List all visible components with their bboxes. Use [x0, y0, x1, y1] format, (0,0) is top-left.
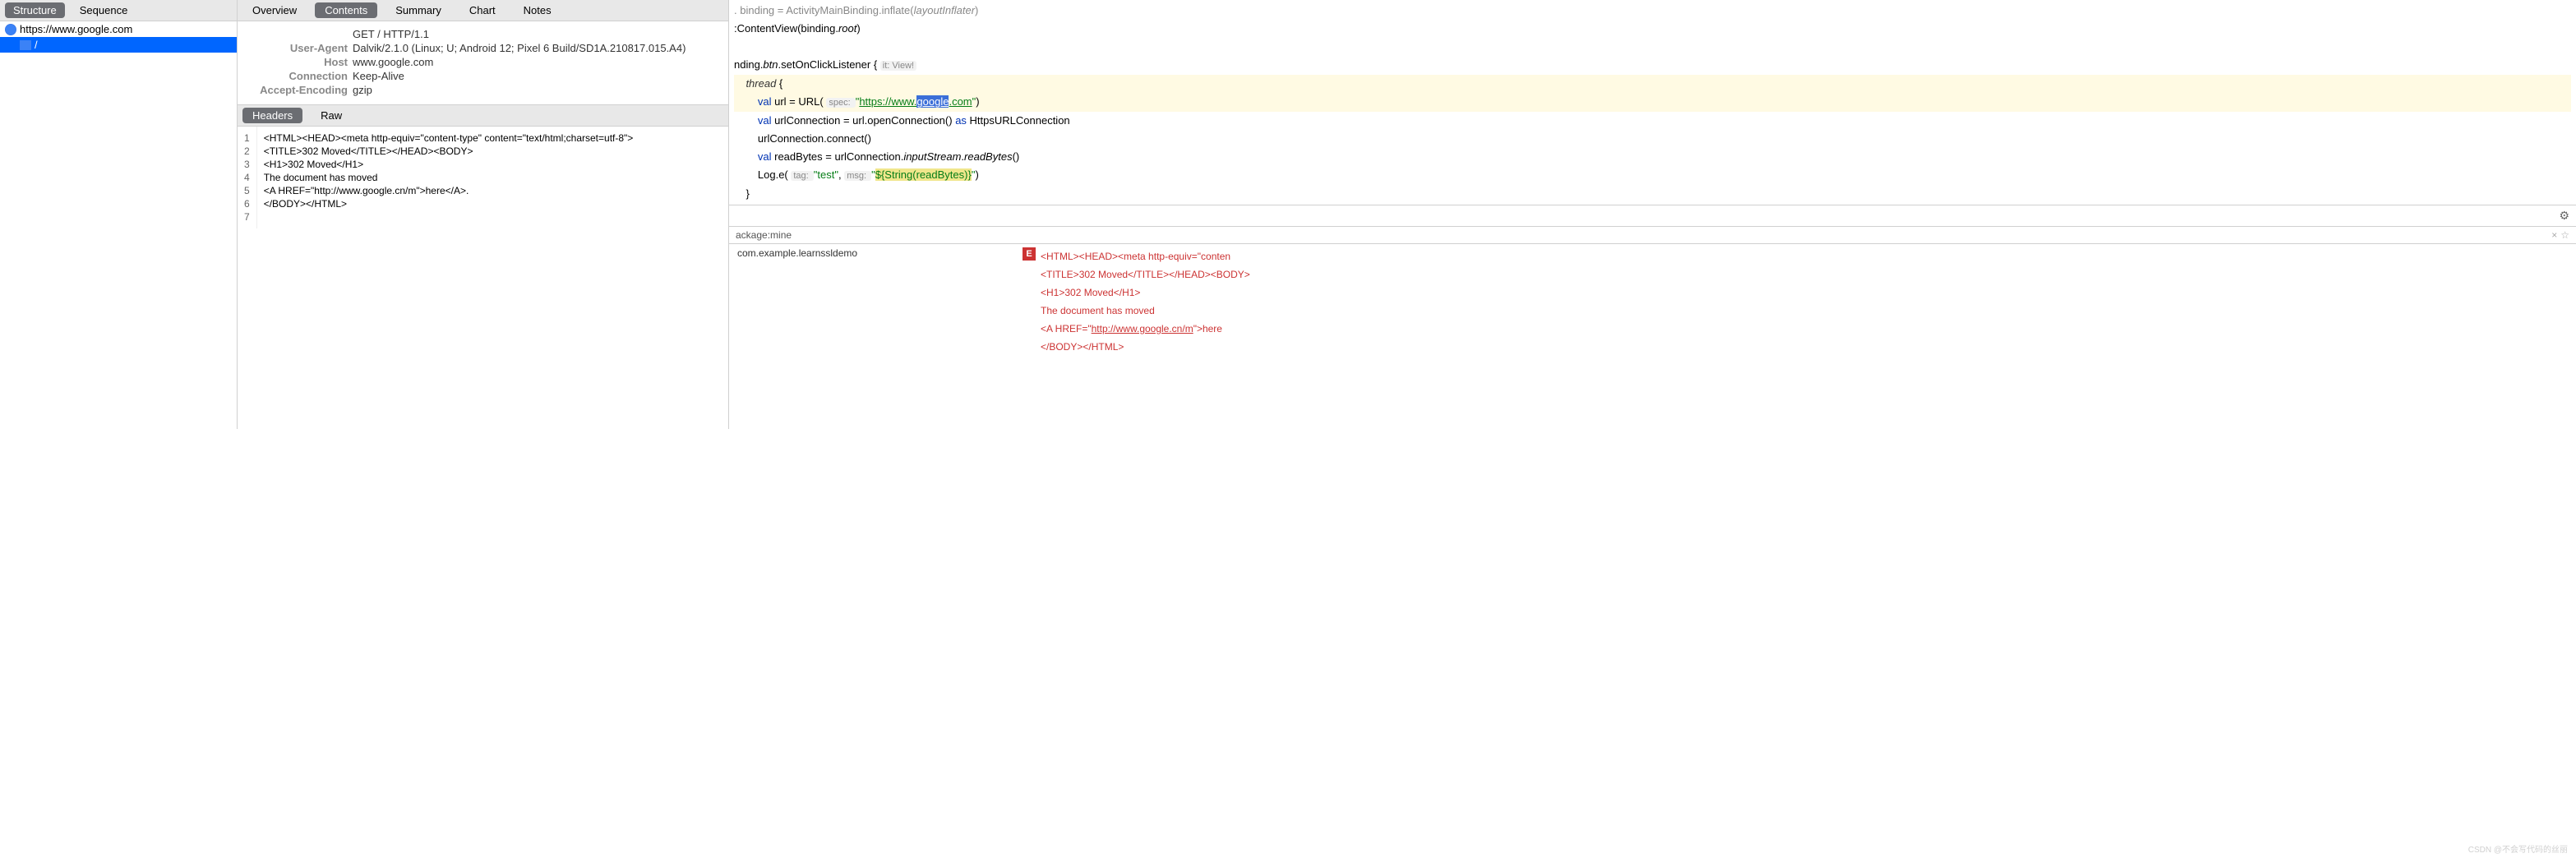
hdr-ua-val: Dalvik/2.1.0 (Linux; U; Android 12; Pixe…: [353, 42, 686, 54]
code-editor[interactable]: . binding = ActivityMainBinding.inflate(…: [729, 0, 2576, 205]
tree-host[interactable]: https://www.google.com: [0, 21, 237, 37]
tab-summary[interactable]: Summary: [385, 2, 451, 18]
tab-contents[interactable]: Contents: [315, 2, 377, 18]
hdr-enc-val: gzip: [353, 84, 372, 96]
tab-raw[interactable]: Raw: [311, 108, 352, 123]
body-tabs: Headers Raw: [238, 104, 728, 127]
logcat-output[interactable]: com.example.learnssldemo E <HTML><HEAD><…: [729, 244, 2576, 429]
response-body: 1 2 3 4 5 6 7 <HTML><HEAD><meta http-equ…: [238, 127, 728, 228]
page-icon: [20, 40, 31, 50]
right-panel: . binding = ActivityMainBinding.inflate(…: [729, 0, 2576, 429]
body-line: <TITLE>302 Moved</TITLE></HEAD><BODY>: [264, 145, 634, 158]
log-filter-input[interactable]: ackage:mine: [736, 229, 792, 241]
body-line: The document has moved: [264, 171, 634, 184]
filter-star-icon[interactable]: ☆: [2560, 229, 2569, 241]
content-tabs: Overview Contents Summary Chart Notes: [238, 0, 728, 21]
hdr-conn-key: Connection: [246, 70, 353, 82]
tab-notes[interactable]: Notes: [514, 2, 561, 18]
log-filter-bar: ackage:mine × ☆: [729, 227, 2576, 244]
log-toolbar: [729, 205, 2576, 227]
tab-chart[interactable]: Chart: [459, 2, 506, 18]
hdr-host-key: Host: [246, 56, 353, 68]
tree-host-label: https://www.google.com: [20, 23, 132, 35]
log-source: com.example.learnssldemo: [729, 244, 1021, 429]
globe-icon: [5, 24, 16, 35]
tab-sequence[interactable]: Sequence: [72, 2, 136, 18]
filter-clear-icon[interactable]: ×: [2551, 229, 2557, 241]
log-message: <HTML><HEAD><meta http-equiv="conten <TI…: [1037, 244, 1253, 429]
hdr-host-val: www.google.com: [353, 56, 433, 68]
hdr-conn-val: Keep-Alive: [353, 70, 404, 82]
gear-icon[interactable]: [2559, 209, 2569, 223]
left-panel: Structure Sequence https://www.google.co…: [0, 0, 238, 429]
body-content[interactable]: <HTML><HEAD><meta http-equiv="content-ty…: [257, 127, 640, 228]
body-line: </BODY></HTML>: [264, 197, 634, 210]
request-line: GET / HTTP/1.1: [353, 28, 429, 40]
hdr-ua-key: User-Agent: [246, 42, 353, 54]
body-line: <H1>302 Moved</H1>: [264, 158, 634, 171]
request-headers: GET / HTTP/1.1 User-AgentDalvik/2.1.0 (L…: [238, 21, 728, 104]
log-level-badge: E: [1023, 247, 1036, 261]
tree-path[interactable]: /: [0, 37, 237, 53]
request-tree: https://www.google.com /: [0, 21, 237, 429]
body-line: <A HREF="http://www.google.cn/m">here</A…: [264, 184, 634, 197]
tree-path-label: /: [35, 39, 38, 51]
line-gutter: 1 2 3 4 5 6 7: [238, 127, 257, 228]
left-tabs: Structure Sequence: [0, 0, 237, 21]
tab-structure[interactable]: Structure: [5, 2, 65, 18]
tab-headers[interactable]: Headers: [242, 108, 302, 123]
body-line: <HTML><HEAD><meta http-equiv="content-ty…: [264, 131, 634, 145]
middle-panel: Overview Contents Summary Chart Notes GE…: [238, 0, 729, 429]
tab-overview[interactable]: Overview: [242, 2, 307, 18]
hdr-enc-key: Accept-Encoding: [246, 84, 353, 96]
